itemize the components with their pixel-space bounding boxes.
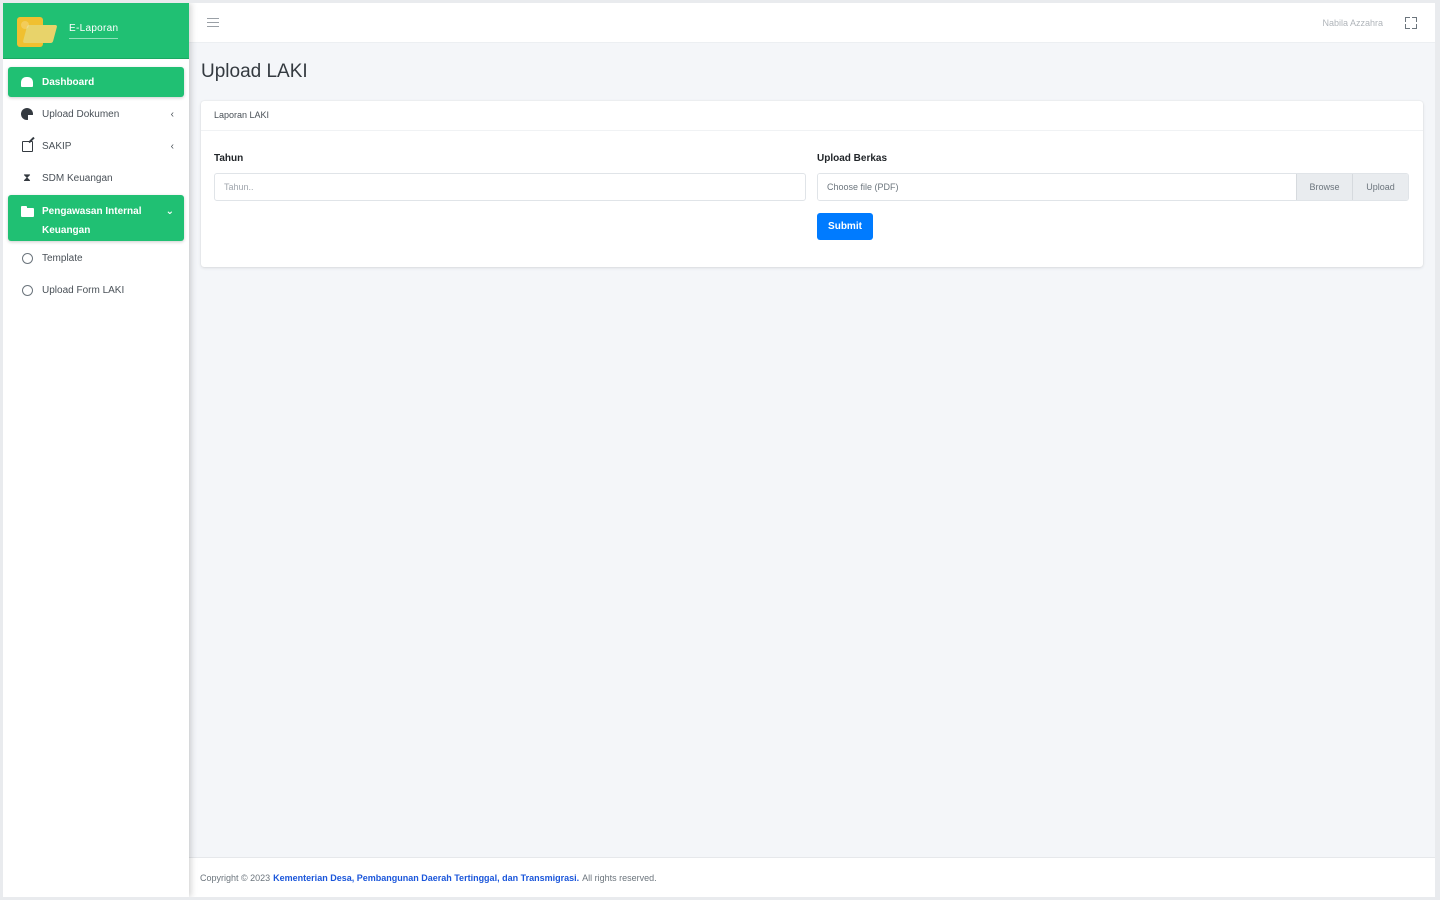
- sidebar-item-pengawasan-internal-keuangan[interactable]: Pengawasan Internal Keuangan ⌄: [8, 195, 184, 241]
- file-input[interactable]: Choose file (PDF): [818, 174, 1296, 200]
- sidebar-item-label: Pengawasan Internal Keuangan: [42, 206, 142, 236]
- upload-card: Laporan LAKI Tahun Tahun.. Upload Berkas…: [201, 101, 1423, 267]
- sidebar-item-dashboard[interactable]: Dashboard: [8, 67, 184, 97]
- sidebar-item-label: Upload Form LAKI: [42, 284, 125, 296]
- sidebar-item-label: Dashboard: [42, 76, 95, 88]
- footer-copyright: Copyright © 2023: [200, 872, 271, 883]
- chevron-down-icon: ⌄: [165, 206, 174, 217]
- tahun-input[interactable]: Tahun..: [214, 173, 806, 201]
- tahun-label: Tahun: [214, 153, 244, 164]
- page-title: Upload LAKI: [201, 61, 308, 82]
- upload-button[interactable]: Upload: [1352, 174, 1408, 200]
- browse-button[interactable]: Browse: [1296, 174, 1352, 200]
- fullscreen-icon[interactable]: [1405, 16, 1417, 29]
- circle-icon: [20, 283, 34, 297]
- sidebar-item-upload-form-laki[interactable]: Upload Form LAKI: [8, 275, 184, 305]
- sidebar-item-template[interactable]: Template: [8, 243, 184, 273]
- footer: Copyright © 2023 Kementerian Desa, Pemba…: [189, 857, 1435, 897]
- chevron-left-icon: ‹: [170, 108, 174, 120]
- brand-logo: [15, 11, 61, 51]
- sidebar-item-label: Template: [42, 252, 83, 264]
- app-frame: E-Laporan Dashboard Upload Dokumen ‹ SAK…: [3, 3, 1435, 897]
- footer-rights: All rights reserved.: [582, 872, 657, 883]
- main-content: Upload LAKI Laporan LAKI Tahun Tahun.. U…: [189, 43, 1435, 857]
- gauge-icon: [20, 107, 34, 121]
- hourglass-icon: ⧗: [23, 171, 31, 184]
- topbar: Nabila Azzahra: [189, 3, 1435, 43]
- sidebar-item-label: SAKIP: [42, 140, 72, 152]
- edit-icon: [20, 139, 34, 153]
- sidebar-item-sakip[interactable]: SAKIP ‹: [8, 131, 184, 161]
- sidebar-item-label: Upload Dokumen: [42, 108, 120, 120]
- folder-icon: [20, 205, 34, 219]
- sidebar-nav: Dashboard Upload Dokumen ‹ SAKIP ‹ ⧗ SDM…: [3, 59, 189, 305]
- circle-icon: [20, 251, 34, 265]
- upload-berkas-label: Upload Berkas: [817, 153, 888, 164]
- brand[interactable]: E-Laporan: [3, 3, 189, 59]
- sidebar-item-upload-dokumen[interactable]: Upload Dokumen ‹: [8, 99, 184, 129]
- footer-org-link[interactable]: Kementerian Desa, Pembangunan Daerah Ter…: [273, 873, 579, 883]
- sidebar: E-Laporan Dashboard Upload Dokumen ‹ SAK…: [3, 3, 189, 897]
- brand-name: E-Laporan: [69, 23, 119, 39]
- submit-button[interactable]: Submit: [817, 213, 873, 240]
- hamburger-menu-icon[interactable]: [207, 17, 219, 28]
- home-icon: [20, 75, 34, 89]
- card-header: Laporan LAKI: [201, 101, 1423, 131]
- sidebar-item-sdm-keuangan[interactable]: ⧗ SDM Keuangan: [8, 163, 184, 193]
- file-input-group: Choose file (PDF) Browse Upload: [817, 173, 1409, 201]
- sidebar-item-label: SDM Keuangan: [42, 172, 113, 184]
- chevron-left-icon: ‹: [170, 140, 174, 152]
- user-name[interactable]: Nabila Azzahra: [1322, 18, 1383, 28]
